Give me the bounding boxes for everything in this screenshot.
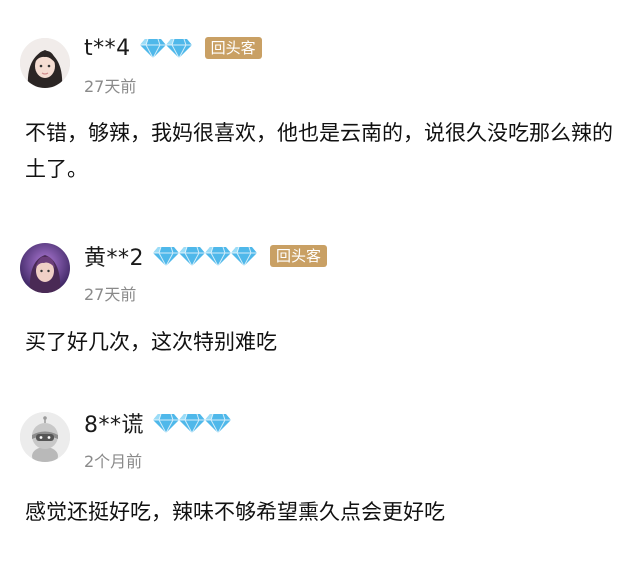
diamond-icon [153,246,179,267]
reviewer-name-row: 黄**2 回头客 [84,240,328,272]
avatar[interactable] [20,38,70,88]
avatar[interactable] [20,412,70,462]
reviewer-name[interactable]: t**4 [84,36,131,61]
member-level [152,245,257,267]
review-text: 买了好几次，这次特别难吃 [25,330,277,354]
diamond-icon [231,246,257,267]
diamond-icon [165,38,192,59]
reviewer-name[interactable]: 8**谎 [84,407,144,439]
diamond-icon [179,246,205,267]
diamond-icon [205,413,231,434]
review-text: 感觉还挺好吃，辣味不够希望熏久点会更好吃 [25,500,445,524]
review-time: 27天前 [84,77,137,96]
diamond-icon [153,413,179,434]
review-time: 2个月前 [84,452,143,471]
member-level [152,412,231,434]
reviewer-name-row: t**4 回头客 [84,33,262,63]
avatar[interactable] [20,243,70,293]
reviewer-name-row: 8**谎 [84,407,231,439]
repeat-customer-badge: 回头客 [270,245,328,267]
diamond-icon [179,413,205,434]
diamond-icon [139,38,166,59]
diamond-icon [205,246,231,267]
review-text: 不错，够辣，我妈很喜欢，他也是云南的，说很久没吃那么辣的土了。 [25,121,613,181]
reviewer-name[interactable]: 黄**2 [84,240,144,272]
repeat-customer-badge: 回头客 [204,37,262,59]
review-time: 27天前 [84,285,137,304]
member-level [139,37,192,59]
